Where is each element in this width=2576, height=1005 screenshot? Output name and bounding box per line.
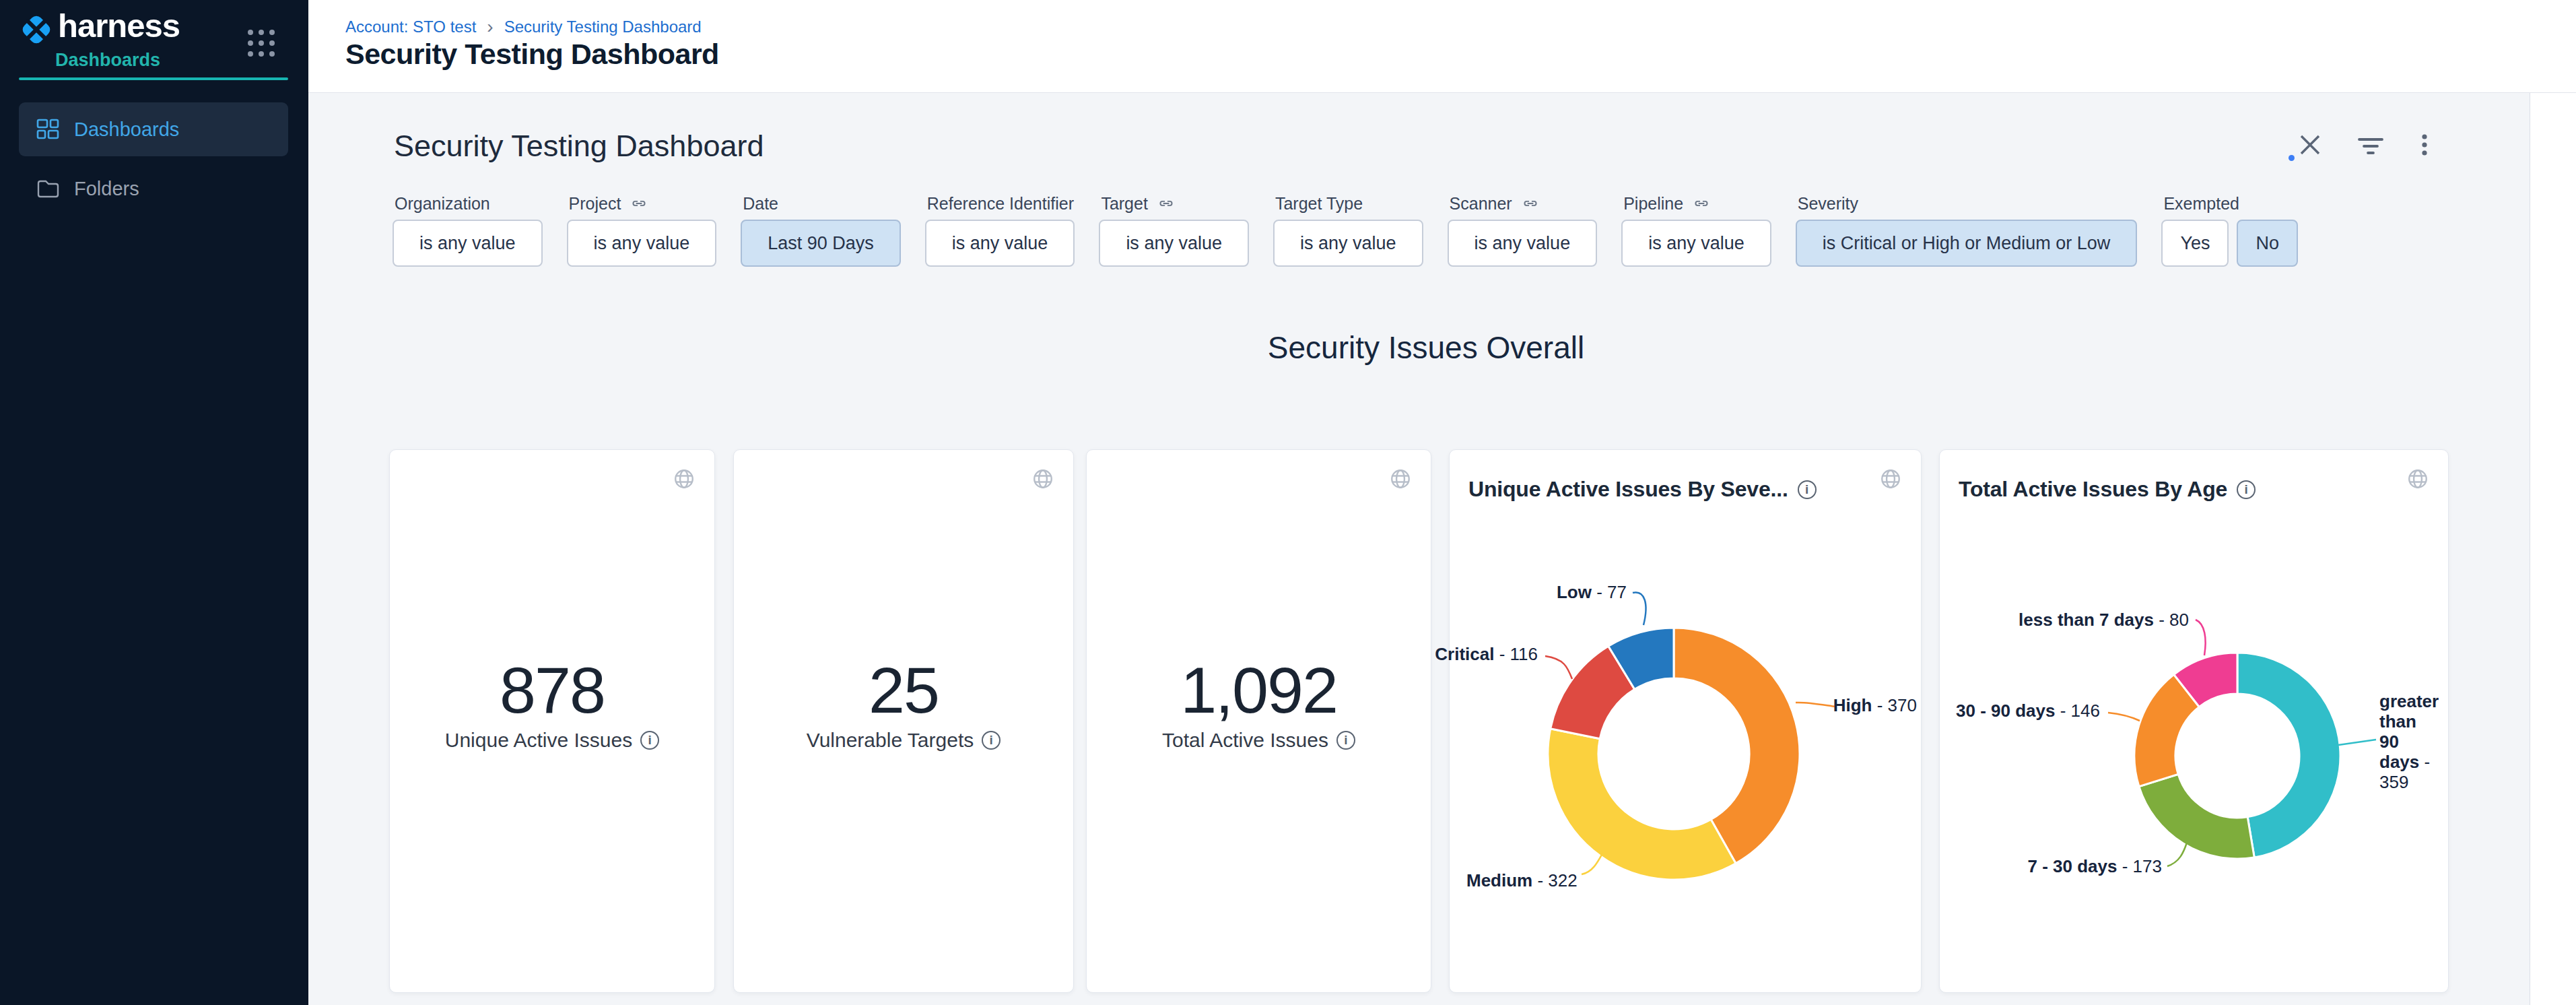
filter-value-target-type[interactable]: is any value (1273, 220, 1423, 267)
filter-group-scanner: Scanneris any value (1448, 187, 1598, 267)
filter-value-reference-identifier[interactable]: is any value (925, 220, 1075, 267)
donut-leader-lines (1450, 450, 1921, 992)
breadcrumb-page-link[interactable]: Security Testing Dashboard (504, 18, 702, 36)
folder-icon (36, 177, 59, 200)
slice-label-greater-than-90-days: greater than 90 days - 359 (2379, 691, 2439, 792)
dashboard-title: Security Testing Dashboard (394, 129, 764, 164)
section-title: Security Issues Overall (1123, 329, 1729, 366)
filter-group-reference-identifier: Reference Identifieris any value (925, 187, 1075, 267)
globe-icon (673, 467, 696, 490)
stat-label: Vulnerable Targetsi (734, 729, 1073, 752)
info-icon[interactable]: i (640, 731, 659, 750)
harness-logo-text: harness (58, 7, 180, 44)
sidebar-item-label: Dashboards (74, 119, 179, 141)
slice-label-7-30-days: 7 - 30 days - 173 (2028, 856, 2162, 877)
globe-icon (1389, 467, 1412, 490)
filter-value-organization[interactable]: is any value (393, 220, 543, 267)
filter-label: Reference Identifier (925, 187, 1075, 220)
filter-value-exempted-no[interactable]: No (2237, 220, 2298, 267)
filter-value-scanner[interactable]: is any value (1448, 220, 1598, 267)
slice-label-critical: Critical - 116 (1435, 644, 1538, 665)
filter-label: Severity (1796, 187, 2138, 220)
filter-group-pipeline: Pipelineis any value (1621, 187, 1771, 267)
linked-filter-icon (630, 195, 648, 212)
slice-label-less-than-7-days: less than 7 days - 80 (2019, 610, 2189, 630)
tile-total-active-issues: 1,092 Total Active Issuesi (1086, 449, 1431, 993)
filter-value-exempted-yes[interactable]: Yes (2161, 220, 2229, 267)
scroll-gutter (2530, 93, 2576, 1005)
harness-logo-icon (20, 13, 53, 46)
breadcrumb-account-link[interactable]: Account: STO test (345, 18, 476, 36)
filter-group-exempted: ExemptedYesNo (2161, 187, 2298, 267)
linked-filter-icon (1157, 195, 1175, 212)
filter-label: Target Type (1273, 187, 1423, 220)
stat-label: Total Active Issuesi (1087, 729, 1431, 752)
filter-group-date: DateLast 90 Days (741, 187, 901, 267)
stat-value: 1,092 (1087, 657, 1431, 723)
app-grid-icon[interactable] (248, 30, 277, 59)
filter-bar: Organizationis any valueProjectis any va… (393, 187, 2298, 267)
filter-group-project: Projectis any value (567, 187, 717, 267)
filter-value-severity[interactable]: is Critical or High or Medium or Low (1796, 220, 2138, 267)
filter-label: Date (741, 187, 901, 220)
tile-vulnerable-targets: 25 Vulnerable Targetsi (733, 449, 1074, 993)
filter-label: Target (1099, 187, 1249, 220)
linked-filter-icon (1522, 195, 1539, 212)
filter-value-pipeline[interactable]: is any value (1621, 220, 1771, 267)
filter-icon[interactable] (2356, 130, 2385, 160)
breadcrumb-separator: › (487, 19, 493, 35)
page-header: Account: STO test › Security Testing Das… (308, 0, 2576, 93)
slice-label-30-90-days: 30 - 90 days - 146 (1956, 701, 2100, 721)
info-icon[interactable]: i (1336, 731, 1355, 750)
linked-filter-icon (1693, 195, 1710, 212)
kebab-menu-icon[interactable] (2410, 130, 2439, 160)
sidebar-item-dashboards[interactable]: Dashboards (19, 102, 288, 156)
filter-label: Project (567, 187, 717, 220)
cursor-dot (2289, 155, 2295, 161)
filter-label: Scanner (1448, 187, 1598, 220)
filter-group-target: Targetis any value (1099, 187, 1249, 267)
breadcrumb: Account: STO test › Security Testing Das… (345, 18, 702, 36)
stat-label: Unique Active Issuesi (390, 729, 714, 752)
filter-group-severity: Severityis Critical or High or Medium or… (1796, 187, 2138, 267)
filter-group-organization: Organizationis any value (393, 187, 543, 267)
filter-value-project[interactable]: is any value (567, 220, 717, 267)
slice-label-medium: Medium - 322 (1466, 870, 1578, 891)
sidebar-divider (19, 77, 288, 80)
sidebar: harness Dashboards Dashboards Folders (0, 0, 308, 1005)
close-icon[interactable] (2295, 130, 2325, 160)
filter-value-target[interactable]: is any value (1099, 220, 1249, 267)
page-title: Security Testing Dashboard (345, 38, 719, 71)
tile-total-active-issues-by-age: Total Active Issues By Agei less than 7 … (1939, 449, 2449, 993)
stat-value: 25 (734, 657, 1073, 723)
info-icon[interactable]: i (982, 731, 1001, 750)
sidebar-item-label: Folders (74, 178, 139, 200)
tile-unique-active-issues: 878 Unique Active Issuesi (389, 449, 715, 993)
filter-label: Pipeline (1621, 187, 1771, 220)
sidebar-item-folders[interactable]: Folders (19, 162, 288, 216)
globe-icon (1031, 467, 1054, 490)
filter-label: Organization (393, 187, 543, 220)
tile-unique-active-issues-by-severity: Unique Active Issues By Seve...i Low - 7… (1449, 449, 1922, 993)
stat-value: 878 (390, 657, 714, 723)
slice-label-low: Low - 77 (1557, 582, 1627, 603)
filter-value-date[interactable]: Last 90 Days (741, 220, 901, 267)
slice-label-high: High - 370 (1833, 695, 1917, 716)
filter-label: Exempted (2161, 187, 2298, 220)
module-label: Dashboards (55, 50, 160, 71)
dashboards-icon (36, 118, 59, 141)
filter-group-target-type: Target Typeis any value (1273, 187, 1423, 267)
dashboard-content: Security Testing Dashboard Organizationi… (308, 93, 2530, 1005)
